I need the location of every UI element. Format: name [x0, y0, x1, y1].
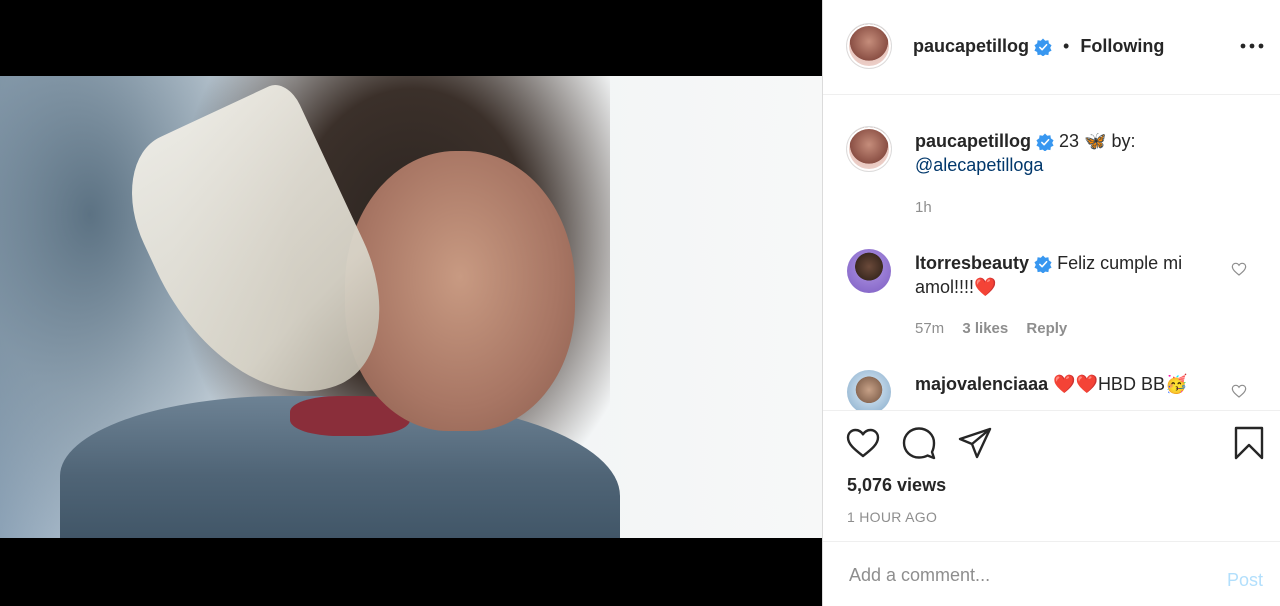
caption-mention-link[interactable]: @alecapetilloga [915, 155, 1043, 175]
add-comment-input[interactable] [847, 562, 1191, 588]
comment-meta: 57m 3 likes Reply [915, 320, 1067, 337]
comment-username[interactable]: ltorresbeauty [915, 253, 1029, 273]
heart-emoji: ❤️❤️ [1053, 374, 1098, 394]
more-horizontal-icon[interactable] [1237, 34, 1267, 58]
view-count[interactable]: 5,076 views [847, 475, 946, 496]
verified-badge-icon [1034, 38, 1052, 57]
post-media [0, 0, 822, 606]
post-video[interactable] [0, 76, 822, 538]
header-username[interactable]: paucapetillog [913, 36, 1029, 56]
video-face [345, 151, 575, 431]
commenter-avatar[interactable] [847, 370, 891, 410]
caption-by: by: [1111, 131, 1136, 151]
verified-badge-icon [1034, 255, 1052, 274]
comment-bubble-icon[interactable] [901, 425, 937, 461]
comment-composer: Post [823, 541, 1280, 606]
comment-like-icon[interactable] [1231, 261, 1247, 277]
header-separator: • [1063, 36, 1070, 56]
comment-likes[interactable]: 3 likes [962, 320, 1008, 337]
post-sidebar: paucapetillog • Following paucapetillog … [822, 0, 1280, 606]
like-heart-icon[interactable] [845, 425, 881, 461]
share-paper-plane-icon[interactable] [957, 425, 993, 461]
verified-badge-icon [1036, 133, 1054, 152]
save-bookmark-icon[interactable] [1231, 425, 1267, 461]
comment-text: ltorresbeauty Feliz cumple mi amol!!!!❤️ [915, 251, 1215, 299]
header-user: paucapetillog • Following [913, 36, 1164, 57]
caption-time[interactable]: 1h [915, 199, 932, 216]
following-button[interactable]: Following [1080, 36, 1164, 56]
caption-username[interactable]: paucapetillog [915, 131, 1031, 151]
post-comment-button[interactable]: Post [1227, 570, 1263, 591]
post-timestamp[interactable]: 1 HOUR AGO [847, 509, 937, 525]
post-actions: 5,076 views 1 HOUR AGO [823, 410, 1280, 540]
comment-username[interactable]: majovalenciaaa [915, 374, 1048, 394]
caption-text: paucapetillog 23 🦋 by: @alecapetilloga [915, 129, 1215, 177]
heart-emoji: ❤️ [974, 277, 997, 297]
party-emoji: 🥳 [1164, 374, 1188, 394]
comments-list[interactable]: paucapetillog 23 🦋 by: @alecapetilloga 1… [823, 95, 1280, 410]
comment-body: HBD BB [1097, 374, 1165, 394]
butterfly-emoji: 🦋 [1084, 131, 1107, 151]
comment-like-icon[interactable] [1231, 383, 1247, 399]
author-avatar[interactable] [847, 24, 891, 68]
commenter-avatar[interactable] [847, 249, 891, 293]
comment-text: majovalenciaaa ❤️❤️HBD BB🥳 [915, 372, 1215, 396]
post-header: paucapetillog • Following [823, 0, 1280, 95]
comment-time[interactable]: 57m [915, 320, 944, 337]
reply-button[interactable]: Reply [1026, 320, 1067, 337]
caption-avatar[interactable] [847, 127, 891, 171]
caption-body: 23 [1059, 131, 1080, 151]
